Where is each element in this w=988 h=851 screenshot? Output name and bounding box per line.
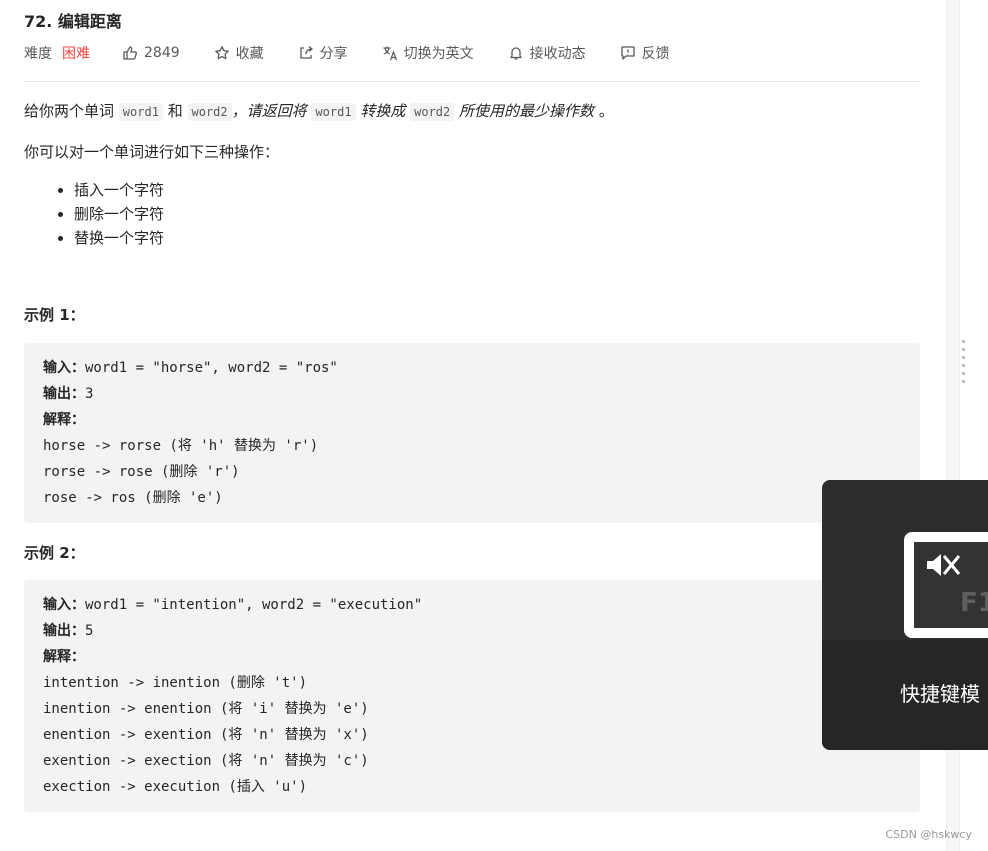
share-button[interactable]: 分享 xyxy=(298,43,348,63)
switch-language-label: 切换为英文 xyxy=(403,46,474,62)
favorite-button[interactable]: 收藏 xyxy=(214,43,264,63)
word1-code: word1 xyxy=(118,103,163,121)
grip-dot xyxy=(962,356,965,359)
thumbs-up-icon xyxy=(122,45,138,61)
example-step: exection -> execution (插入 'u') xyxy=(43,779,308,795)
example-input-line: 输入：word1 = "intention", word2 = "executi… xyxy=(43,592,901,618)
example-step: intention -> inention (删除 't') xyxy=(43,675,308,691)
output-label: 输出： xyxy=(43,623,85,639)
explain-label: 解释： xyxy=(43,649,85,665)
problem-page: 72. 编辑距离 难度 困难 2849 收藏 分享 切换为英文 接收动态 反馈 … xyxy=(0,0,988,851)
resize-handle[interactable] xyxy=(962,340,966,396)
share-label: 分享 xyxy=(319,46,348,62)
grip-dot xyxy=(962,348,965,351)
example-explain-line: 解释： xyxy=(43,407,901,433)
grip-dot xyxy=(962,340,965,343)
like-button[interactable]: 2849 xyxy=(122,45,180,61)
example-2-codeblock: 输入：word1 = "intention", word2 = "executi… xyxy=(24,580,920,812)
grip-dot xyxy=(962,380,965,383)
example-step: horse -> rorse (将 'h' 替换为 'r') xyxy=(43,438,319,454)
example-step: exention -> exection (将 'n' 替换为 'c') xyxy=(43,753,369,769)
desc-text-and: 和 xyxy=(167,102,183,120)
example-1-title: 示例 1： xyxy=(24,306,85,324)
list-item: 插入一个字符 xyxy=(74,178,164,202)
example-step: rose -> ros (删除 'e') xyxy=(43,490,223,506)
operations-list: 插入一个字符 删除一个字符 替换一个字符 xyxy=(24,178,164,250)
word1-code-italic: word1 xyxy=(311,103,356,121)
example-explain-line: 解释： xyxy=(43,644,901,670)
word2-code: word2 xyxy=(187,103,232,121)
problem-title: 72. 编辑距离 xyxy=(24,12,122,31)
word2-code-italic: word2 xyxy=(410,103,455,121)
example-input-line: 输入：word1 = "horse", word2 = "ros" xyxy=(43,355,901,381)
input-value: word1 = "horse", word2 = "ros" xyxy=(85,360,338,376)
favorite-label: 收藏 xyxy=(235,46,264,62)
example-step: rorse -> rose (删除 'r') xyxy=(43,464,240,480)
switch-language-button[interactable]: 切换为英文 xyxy=(382,43,474,63)
output-value: 3 xyxy=(85,386,94,402)
feedback-icon xyxy=(620,45,636,61)
desc-italic-2: 转换成 xyxy=(360,102,406,120)
grip-dot xyxy=(962,364,965,367)
output-value: 5 xyxy=(85,623,94,639)
example-output-line: 输出：3 xyxy=(43,381,901,407)
input-label: 输入： xyxy=(43,360,85,376)
problem-meta-bar: 难度 困难 2849 收藏 分享 切换为英文 接收动态 反馈 xyxy=(24,42,704,64)
header-divider xyxy=(24,81,920,82)
input-label: 输入： xyxy=(43,597,85,613)
subscribe-label: 接收动态 xyxy=(529,46,586,62)
problem-description: 给你两个单词 word1 和 word2 ，请返回将 word1 转换成 word… xyxy=(24,100,614,123)
list-item: 替换一个字符 xyxy=(74,226,164,250)
example-1-codeblock: 输入：word1 = "horse", word2 = "ros" 输出：3 解释：… xyxy=(24,343,920,523)
output-label: 输出： xyxy=(43,386,85,402)
overlay-caption: 快捷键模 xyxy=(900,682,980,706)
example-step: inention -> enention (将 'i' 替换为 'e') xyxy=(43,701,369,717)
difficulty-badge: 困难 xyxy=(62,46,90,62)
key-label: F1 xyxy=(960,588,988,618)
desc-text-1: 给你两个单词 xyxy=(24,102,115,120)
example-2-title: 示例 2： xyxy=(24,544,85,562)
share-icon xyxy=(298,45,314,61)
difficulty-label: 难度 xyxy=(24,46,52,62)
shortcut-mode-overlay: F1 快捷键模 xyxy=(822,480,988,750)
desc-period: 。 xyxy=(598,102,614,120)
desc-italic-1: ，请返回将 xyxy=(231,102,307,120)
desc-italic-3: 所使用的最少操作数 xyxy=(459,102,595,120)
grip-dot xyxy=(962,372,965,375)
operations-intro: 你可以对一个单词进行如下三种操作： xyxy=(24,143,280,161)
translate-icon xyxy=(382,45,398,61)
mute-icon xyxy=(924,548,962,586)
bell-icon xyxy=(508,45,524,61)
feedback-button[interactable]: 反馈 xyxy=(620,43,670,63)
like-count: 2849 xyxy=(144,45,180,61)
feedback-label: 反馈 xyxy=(641,46,670,62)
example-step: enention -> exention (将 'n' 替换为 'x') xyxy=(43,727,369,743)
watermark: CSDN @hskwcy xyxy=(885,828,973,841)
example-output-line: 输出：5 xyxy=(43,618,901,644)
list-item: 删除一个字符 xyxy=(74,202,164,226)
subscribe-button[interactable]: 接收动态 xyxy=(508,43,586,63)
input-value: word1 = "intention", word2 = "execution" xyxy=(85,597,423,613)
star-icon xyxy=(214,45,230,61)
explain-label: 解释： xyxy=(43,412,85,428)
